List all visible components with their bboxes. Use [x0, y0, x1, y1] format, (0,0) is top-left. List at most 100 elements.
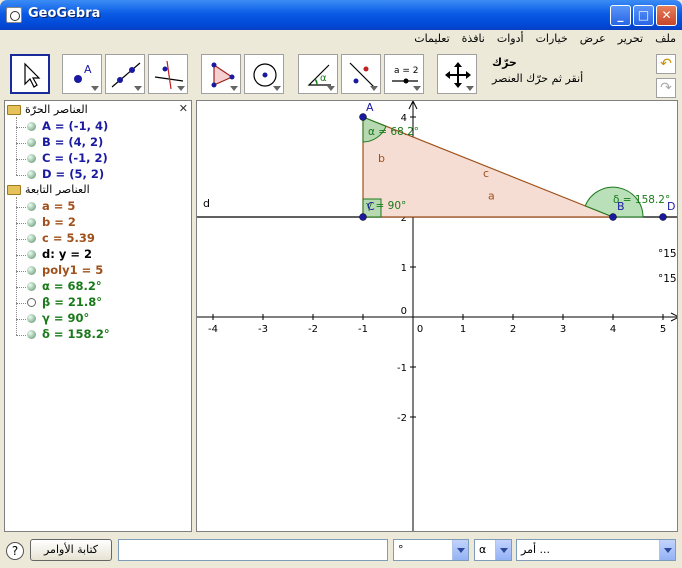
- algebra-item-text: α = 68.2°: [42, 279, 102, 293]
- algebra-item-text: c = 5.39: [42, 231, 95, 245]
- tree-connector: [16, 117, 17, 175]
- x-tick-label: 0: [417, 324, 423, 335]
- visibility-toggle-icon[interactable]: [27, 266, 36, 275]
- point-d-label: D: [667, 200, 675, 213]
- degree-symbol-combo[interactable]: °: [393, 539, 469, 561]
- graphics-canvas[interactable]: -4-3-2-10123456543210-1-2dα = 68.2°γ = 9…: [197, 101, 678, 532]
- tree-connector: [16, 335, 26, 336]
- visibility-toggle-icon[interactable]: [27, 234, 36, 243]
- visibility-toggle-icon[interactable]: [27, 282, 36, 291]
- command-list-combo[interactable]: أمر ...: [516, 539, 676, 561]
- graphics-view[interactable]: -4-3-2-10123456543210-1-2dα = 68.2°γ = 9…: [196, 100, 678, 532]
- algebra-item[interactable]: A = (-1, 4): [27, 119, 108, 135]
- redo-button[interactable]: ↷: [656, 78, 676, 98]
- menu-edit[interactable]: تحرير: [612, 30, 649, 45]
- input-command-button[interactable]: كتابة الأوامر: [30, 539, 112, 561]
- polygon-tool[interactable]: [201, 54, 241, 94]
- algebra-item[interactable]: a = 5: [27, 199, 75, 215]
- menu-view[interactable]: عرض: [574, 30, 612, 45]
- free-objects-label: العناصر الحرّة: [25, 103, 88, 116]
- degree-symbol-value: °: [398, 543, 404, 556]
- visibility-toggle-icon[interactable]: [27, 170, 36, 179]
- x-tick-label: -2: [308, 324, 318, 335]
- angle-tool[interactable]: α: [298, 54, 338, 94]
- x-tick-label: -4: [208, 324, 218, 335]
- tree-connector: [16, 255, 26, 256]
- maximize-button[interactable]: □: [633, 5, 654, 26]
- algebra-item[interactable]: poly1 = 5: [27, 263, 103, 279]
- input-help-button[interactable]: ?: [6, 542, 24, 560]
- visibility-toggle-icon[interactable]: [27, 250, 36, 259]
- point-c: [359, 213, 367, 221]
- y-tick-label: 4: [401, 113, 407, 124]
- algebra-item[interactable]: C = (-1, 2): [27, 151, 108, 167]
- chevron-down-icon: [495, 540, 511, 560]
- algebra-item[interactable]: b = 2: [27, 215, 76, 231]
- undo-button[interactable]: ↶: [656, 54, 676, 74]
- menu-file[interactable]: ملف: [649, 30, 678, 45]
- algebra-item[interactable]: δ = 158.2°: [27, 327, 110, 343]
- point-a-label: A: [366, 101, 374, 114]
- line-tool[interactable]: [105, 54, 145, 94]
- algebra-item[interactable]: c = 5.39: [27, 231, 95, 247]
- visibility-toggle-icon[interactable]: [27, 202, 36, 211]
- move-graphics-view-tool[interactable]: [437, 54, 477, 94]
- greek-letter-combo[interactable]: α: [474, 539, 512, 561]
- slider-tool[interactable]: a = 2: [384, 54, 424, 94]
- point-a: [359, 113, 367, 121]
- input-bar: ? كتابة الأوامر ° α أمر ...: [0, 534, 682, 568]
- menu-options[interactable]: خيارات: [530, 30, 574, 45]
- point-c-label: C: [367, 200, 375, 213]
- algebra-item[interactable]: β = 21.8°: [27, 295, 102, 311]
- menu-bar: ملفتحريرعرضخياراتأدواتنافذةتعليمات: [4, 30, 678, 48]
- close-algebra-view-button[interactable]: ✕: [179, 102, 188, 115]
- cursor-arrow-icon: [24, 62, 41, 88]
- algebra-item[interactable]: D = (5, 2): [27, 167, 104, 183]
- visibility-toggle-icon[interactable]: [27, 298, 36, 307]
- tree-connector: [16, 239, 26, 240]
- reflect-tool[interactable]: [341, 54, 381, 94]
- tree-connector: [16, 223, 26, 224]
- chevron-down-icon: [659, 540, 675, 560]
- x-tick-label: -1: [358, 324, 368, 335]
- perpendicular-line-tool[interactable]: [148, 54, 188, 94]
- menu-help[interactable]: تعليمات: [408, 30, 455, 45]
- point-tool[interactable]: A: [62, 54, 102, 94]
- visibility-toggle-icon[interactable]: [27, 138, 36, 147]
- visibility-toggle-icon[interactable]: [27, 314, 36, 323]
- visibility-toggle-icon[interactable]: [27, 154, 36, 163]
- menu-tools[interactable]: أدوات: [491, 30, 530, 45]
- toolbar: A α a = 2 حرّك أنقر ثم حرّك العنصر ↶ ↷: [4, 48, 678, 98]
- window-title: GeoGebra: [28, 6, 101, 21]
- move-tool[interactable]: [10, 54, 50, 94]
- greek-letter-value: α: [479, 543, 487, 556]
- algebra-item-text: γ = 90°: [42, 311, 90, 325]
- minimize-button[interactable]: _: [610, 5, 631, 26]
- dependent-objects-label: العناصر التابعة: [25, 183, 90, 196]
- y-tick-label: 0: [401, 306, 407, 317]
- close-button[interactable]: ✕: [656, 5, 677, 26]
- dependent-objects-folder[interactable]: العناصر التابعة: [7, 183, 90, 199]
- algebra-item[interactable]: d: y = 2: [27, 247, 92, 263]
- y-tick-label: -1: [397, 363, 407, 374]
- free-objects-folder[interactable]: العناصر الحرّة: [7, 103, 88, 119]
- visibility-toggle-icon[interactable]: [27, 218, 36, 227]
- visibility-toggle-icon[interactable]: [27, 122, 36, 131]
- svg-text:α: α: [320, 73, 327, 84]
- angle-alpha-label: α = 68.2°: [368, 126, 419, 138]
- tree-connector: [16, 207, 26, 208]
- visibility-toggle-icon[interactable]: [27, 330, 36, 339]
- folder-icon: [7, 185, 21, 195]
- input-field[interactable]: [118, 539, 388, 561]
- help-icon: ?: [11, 544, 19, 558]
- algebra-item-text: B = (4, 2): [42, 135, 104, 149]
- current-tool-name: حرّك: [492, 56, 517, 69]
- algebra-item[interactable]: B = (4, 2): [27, 135, 103, 151]
- circle-tool[interactable]: [244, 54, 284, 94]
- svg-text:a = 2: a = 2: [394, 66, 419, 76]
- algebra-item[interactable]: γ = 90°: [27, 311, 89, 327]
- algebra-item[interactable]: α = 68.2°: [27, 279, 102, 295]
- menu-window[interactable]: نافذة: [456, 30, 491, 45]
- tree-connector: [16, 303, 26, 304]
- tree-connector: [16, 319, 26, 320]
